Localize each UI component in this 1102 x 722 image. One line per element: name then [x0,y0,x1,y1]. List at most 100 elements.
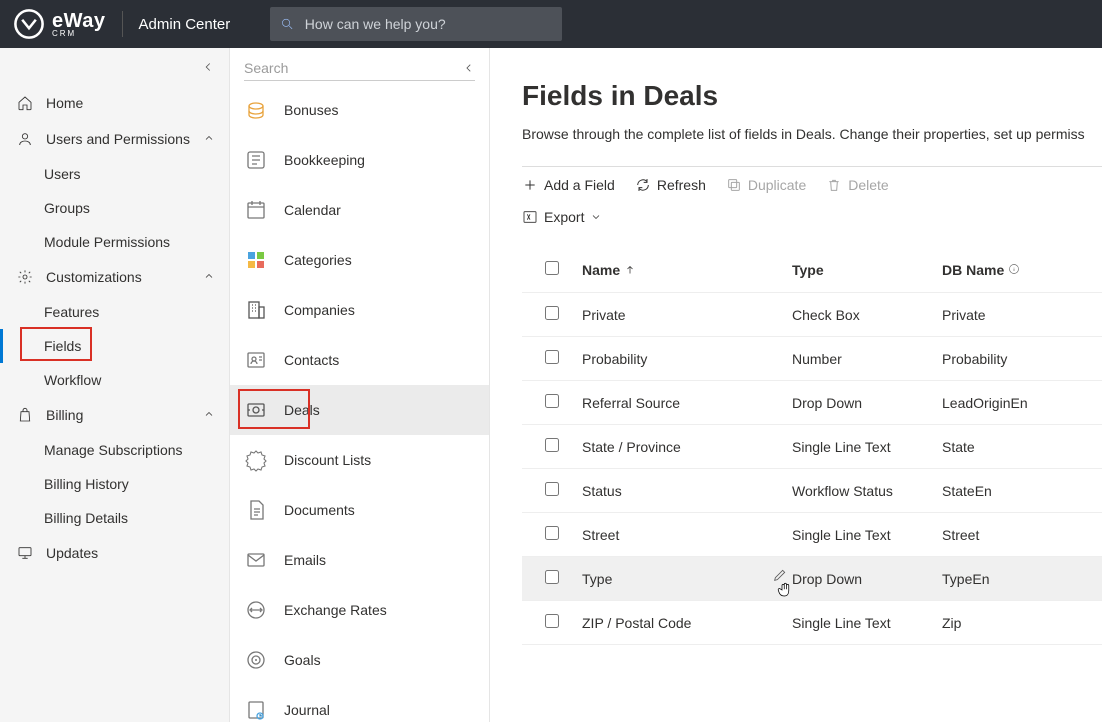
module-item-exchange-rates[interactable]: Exchange Rates [230,585,489,635]
cell-dbname: Private [942,307,1082,323]
module-item-companies[interactable]: Companies [230,285,489,335]
nav-label: Fields [44,338,81,354]
cell-dbname: State [942,439,1082,455]
nav-label: Users and Permissions [46,131,190,147]
select-all-checkbox[interactable] [545,261,559,275]
refresh-label: Refresh [657,177,706,193]
global-search[interactable] [270,7,562,41]
nav-item-users[interactable]: Users [0,157,229,191]
module-item-documents[interactable]: Documents [230,485,489,535]
home-icon [16,94,34,112]
row-checkbox-cell[interactable] [522,306,582,323]
module-item-calendar[interactable]: Calendar [230,185,489,235]
row-checkbox-cell[interactable] [522,394,582,411]
module-label: Journal [284,702,330,718]
row-checkbox-cell[interactable] [522,482,582,499]
table-row[interactable]: ProbabilityNumberProbability [522,337,1102,381]
row-checkbox[interactable] [545,350,559,364]
nav-item-features[interactable]: Features [0,295,229,329]
cell-name: State / Province [582,439,792,455]
cell-name: Referral Source [582,395,792,411]
nav-item-groups[interactable]: Groups [0,191,229,225]
row-checkbox[interactable] [545,306,559,320]
module-item-bonuses[interactable]: Bonuses [230,85,489,135]
col-dbname[interactable]: DB Name [942,262,1082,278]
cell-dbname: LeadOriginEn [942,395,1082,411]
nav-label: Manage Subscriptions [44,442,183,458]
global-search-input[interactable] [305,16,552,32]
modules-search[interactable] [244,60,475,81]
toolbar: Add a Field Refresh Duplicate Delete [522,177,1102,203]
cell-type: Drop Down [792,395,942,411]
nav-item-billing-history[interactable]: Billing History [0,467,229,501]
row-checkbox[interactable] [545,526,559,540]
nav-label: Features [44,304,99,320]
nav-item-updates[interactable]: Updates [0,535,229,571]
row-checkbox-cell[interactable] [522,526,582,543]
module-item-journal[interactable]: Journal [230,685,489,722]
cell-dbname: TypeEn [942,571,1082,587]
table-row[interactable]: Referral SourceDrop DownLeadOriginEn [522,381,1102,425]
nav-item-users-and-permissions[interactable]: Users and Permissions [0,121,229,157]
nav-item-module-permissions[interactable]: Module Permissions [0,225,229,259]
row-checkbox[interactable] [545,570,559,584]
row-checkbox[interactable] [545,614,559,628]
nav-item-billing[interactable]: Billing [0,397,229,433]
modules-search-input[interactable] [244,60,462,76]
nav-label: Billing History [44,476,129,492]
table-row[interactable]: StatusWorkflow StatusStateEn [522,469,1102,513]
module-item-emails[interactable]: Emails [230,535,489,585]
chevron-left-icon[interactable] [462,61,475,75]
nav-item-workflow[interactable]: Workflow [0,363,229,397]
bag-icon [16,406,34,424]
module-label: Contacts [284,352,339,368]
nav-collapse-button[interactable] [0,54,229,85]
table-row[interactable]: StreetSingle Line TextStreet [522,513,1102,557]
cell-dbname: Zip [942,615,1082,631]
nav-item-manage-subscriptions[interactable]: Manage Subscriptions [0,433,229,467]
row-checkbox[interactable] [545,438,559,452]
nav-item-home[interactable]: Home [0,85,229,121]
discounts-icon [244,448,268,472]
chevron-left-icon [201,60,215,74]
nav-item-fields[interactable]: Fields [0,329,229,363]
table-row[interactable]: ZIP / Postal CodeSingle Line TextZip [522,601,1102,645]
module-item-goals[interactable]: Goals [230,635,489,685]
export-button[interactable]: Export [522,209,602,225]
module-item-discount-lists[interactable]: Discount Lists [230,435,489,485]
module-item-deals[interactable]: Deals [230,385,489,435]
refresh-icon [635,177,651,193]
col-name[interactable]: Name [582,262,792,278]
row-checkbox[interactable] [545,482,559,496]
table-row[interactable]: State / ProvinceSingle Line TextState [522,425,1102,469]
row-checkbox-cell[interactable] [522,438,582,455]
module-label: Deals [284,402,320,418]
top-bar: eWay CRM Admin Center [0,0,1102,48]
cell-type: Single Line Text [792,439,942,455]
goals-icon [244,648,268,672]
nav-item-billing-details[interactable]: Billing Details [0,501,229,535]
add-field-button[interactable]: Add a Field [522,177,615,193]
row-checkbox[interactable] [545,394,559,408]
export-label: Export [544,209,584,225]
toolbar-row2: Export [522,209,1102,235]
cell-type: Single Line Text [792,615,942,631]
module-item-contacts[interactable]: Contacts [230,335,489,385]
calendar-icon [244,198,268,222]
row-checkbox-cell[interactable] [522,570,582,587]
duplicate-button: Duplicate [726,177,806,193]
row-checkbox-cell[interactable] [522,350,582,367]
refresh-button[interactable]: Refresh [635,177,706,193]
col-type[interactable]: Type [792,262,942,278]
table-row[interactable]: TypeDrop DownTypeEn [522,557,1102,601]
table-row[interactable]: PrivateCheck BoxPrivate [522,293,1102,337]
module-item-bookkeeping[interactable]: Bookkeeping [230,135,489,185]
row-checkbox-cell[interactable] [522,614,582,631]
nav-item-customizations[interactable]: Customizations [0,259,229,295]
exchange-icon [244,598,268,622]
module-item-categories[interactable]: Categories [230,235,489,285]
select-all-cell[interactable] [522,261,582,278]
journal-icon [244,698,268,722]
info-icon[interactable] [1008,262,1020,278]
module-label: Documents [284,502,355,518]
